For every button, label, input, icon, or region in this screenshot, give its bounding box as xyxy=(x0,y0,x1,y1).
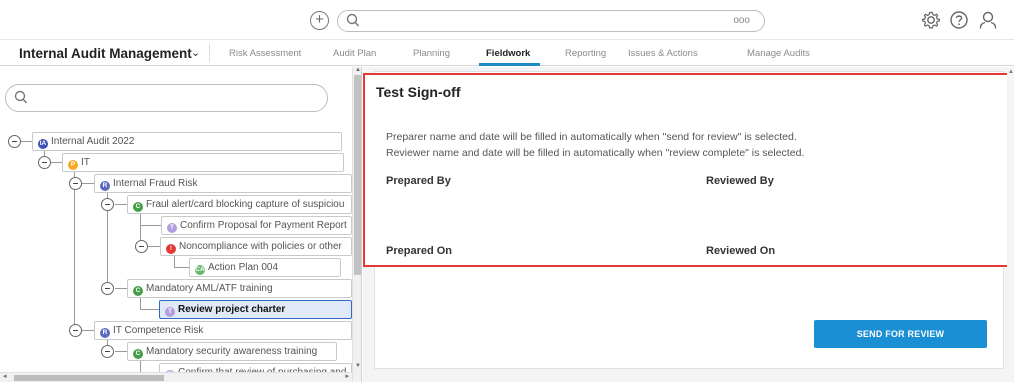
tree-connector xyxy=(74,169,75,331)
tree-connector xyxy=(82,330,94,331)
tree-node-label: Noncompliance with policies or other xyxy=(179,241,342,252)
tree-horizontal-scrollbar[interactable]: ◂ ▸ xyxy=(0,372,352,382)
help-icon[interactable] xyxy=(948,9,970,31)
tree-node-label: Mandatory security awareness training xyxy=(146,346,318,357)
test-badge-icon: T xyxy=(165,307,175,317)
tree-connector xyxy=(51,162,62,163)
tree-connector xyxy=(140,213,141,241)
scroll-thumb[interactable] xyxy=(354,75,361,275)
tab-risk-assessment[interactable]: Risk Assessment xyxy=(229,48,301,59)
reviewer-note: Reviewer name and date will be filled in… xyxy=(386,147,805,159)
tree-node[interactable]: C Mandatory AML/ATF training xyxy=(127,279,352,298)
reviewed-by-label: Reviewed By xyxy=(706,175,774,187)
tree-node[interactable]: ! Noncompliance with policies or other xyxy=(160,237,352,256)
tree-node[interactable]: C Fraul alert/card blocking capture of su… xyxy=(127,195,352,214)
tree-search-input[interactable] xyxy=(5,84,328,112)
collapse-toggle[interactable] xyxy=(101,198,114,211)
tree-node[interactable]: C Mandatory security awareness training xyxy=(127,342,337,361)
prepared-on-label: Prepared On xyxy=(386,245,453,257)
tree-node-label: Action Plan 004 xyxy=(208,262,279,273)
test-badge-icon: T xyxy=(167,223,177,233)
tree-connector xyxy=(82,183,94,184)
tree-connector xyxy=(115,204,127,205)
search-icon xyxy=(14,90,28,104)
tree-connector xyxy=(115,288,127,289)
tree-node[interactable]: CA Action Plan 004 xyxy=(189,258,341,277)
tree-node[interactable]: P IT xyxy=(62,153,344,172)
tree-node-selected[interactable]: T Review project charter xyxy=(159,300,352,319)
collapse-toggle[interactable] xyxy=(8,135,21,148)
tab-issues-actions[interactable]: Issues & Actions xyxy=(628,48,698,59)
chevron-down-icon[interactable]: ⌄ xyxy=(191,46,200,59)
preparer-note: Preparer name and date will be filled in… xyxy=(386,131,797,143)
prepared-by-label: Prepared By xyxy=(386,175,451,187)
global-search-input[interactable]: ooo xyxy=(337,10,765,32)
control-badge-icon: C xyxy=(133,349,143,359)
tree-connector xyxy=(140,225,161,226)
tree-connector xyxy=(115,351,127,352)
control-badge-icon: C xyxy=(133,202,143,212)
risk-badge-icon: R xyxy=(100,181,110,191)
nav-bar: Internal Audit Management ⌄ Risk Assessm… xyxy=(0,40,1014,66)
search-icon xyxy=(346,13,360,27)
scroll-up-icon[interactable]: ▲ xyxy=(1008,69,1014,75)
project-badge-icon: P xyxy=(68,160,78,170)
details-panel: SEND FOR REVIEW Test Sign-off Preparer n… xyxy=(363,67,1014,382)
tree-panel: IA Internal Audit 2022 P IT R Internal Frau… xyxy=(0,67,362,382)
tree-node[interactable]: T Confirm Proposal for Payment Report xyxy=(161,216,352,235)
plus-circle-icon[interactable]: + xyxy=(310,11,329,30)
collapse-toggle[interactable] xyxy=(101,282,114,295)
tab-reporting[interactable]: Reporting xyxy=(565,48,606,59)
tab-audit-plan[interactable]: Audit Plan xyxy=(333,48,376,59)
tree-connector xyxy=(174,267,189,268)
audit-badge-icon: IA xyxy=(38,139,48,149)
tab-planning[interactable]: Planning xyxy=(413,48,450,59)
scroll-up-icon[interactable]: ▲ xyxy=(355,67,361,73)
tree-node-label: Internal Audit 2022 xyxy=(51,136,135,147)
tree-node[interactable]: R IT Competence Risk xyxy=(94,321,352,340)
active-tab-indicator xyxy=(479,63,540,66)
app-root: + ooo Internal Audit Management ⌄ Risk A… xyxy=(0,0,1014,382)
tab-fieldwork[interactable]: Fieldwork xyxy=(486,48,530,59)
tree-node-label: IT Competence Risk xyxy=(113,325,204,336)
tree-connector xyxy=(21,141,32,142)
tree-node-label: IT xyxy=(81,157,90,168)
tree-connector xyxy=(148,246,160,247)
tree-node[interactable]: IA Internal Audit 2022 xyxy=(32,132,342,151)
scroll-down-icon[interactable]: ▼ xyxy=(355,363,361,369)
section-title: Test Sign-off xyxy=(376,84,461,100)
tree-node-label: Fraul alert/card blocking capture of sus… xyxy=(146,199,345,210)
collapse-toggle[interactable] xyxy=(38,156,51,169)
tree-node-label: Review project charter xyxy=(178,304,286,315)
tree-connector xyxy=(140,309,159,310)
tree-node-label: Internal Fraud Risk xyxy=(113,178,198,189)
collapse-toggle[interactable] xyxy=(69,324,82,337)
ellipsis-icon[interactable]: ooo xyxy=(733,15,750,26)
tab-manage-audits[interactable]: Manage Audits xyxy=(747,48,810,59)
gear-icon[interactable] xyxy=(920,9,942,31)
tree-node[interactable]: R Internal Fraud Risk xyxy=(94,174,352,193)
scroll-thumb[interactable] xyxy=(14,375,164,381)
action-plan-badge-icon: CA xyxy=(195,265,205,275)
nav-divider xyxy=(209,44,210,62)
collapse-toggle[interactable] xyxy=(135,240,148,253)
collapse-toggle[interactable] xyxy=(101,345,114,358)
app-title[interactable]: Internal Audit Management xyxy=(19,46,192,61)
tree-node-label: Confirm Proposal for Payment Report xyxy=(180,220,347,231)
reviewed-on-label: Reviewed On xyxy=(706,245,776,257)
collapse-toggle[interactable] xyxy=(69,177,82,190)
scroll-left-icon[interactable]: ◂ xyxy=(3,372,7,380)
top-bar: + ooo xyxy=(0,0,1014,40)
send-for-review-button[interactable]: SEND FOR REVIEW xyxy=(814,320,987,348)
issue-badge-icon: ! xyxy=(166,244,176,254)
control-badge-icon: C xyxy=(133,286,143,296)
tree-node-label: Mandatory AML/ATF training xyxy=(146,283,273,294)
risk-badge-icon: R xyxy=(100,328,110,338)
user-icon[interactable] xyxy=(977,9,999,31)
scroll-right-icon[interactable]: ▸ xyxy=(345,372,349,380)
test-signoff-section: Test Sign-off Preparer name and date wil… xyxy=(363,73,1014,267)
tree-vertical-scrollbar[interactable]: ▲ ▼ xyxy=(352,67,361,382)
details-vertical-scrollbar[interactable]: ▲ xyxy=(1007,67,1014,382)
